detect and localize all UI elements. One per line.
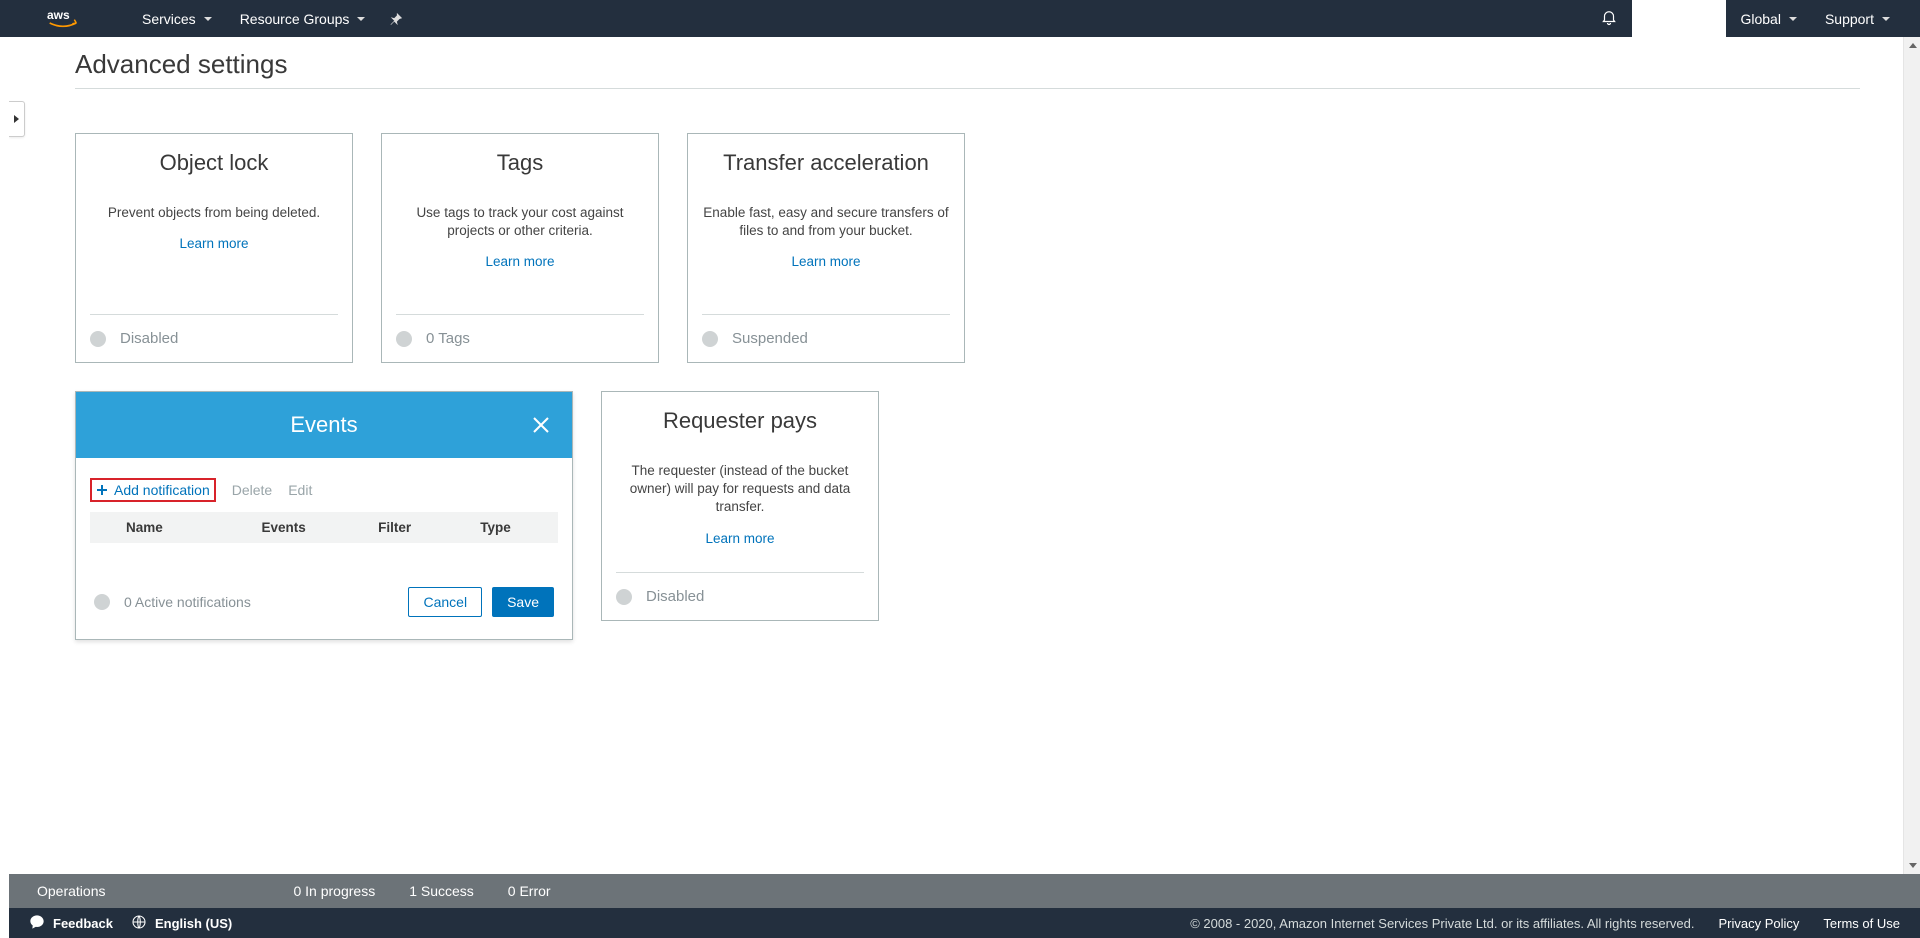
plus-icon [96,484,108,496]
ops-error: 0 Error [508,883,551,899]
copyright-text: © 2008 - 2020, Amazon Internet Services … [1190,916,1694,931]
nav-support[interactable]: Support [1811,0,1904,37]
status-dot-icon [90,331,106,347]
globe-icon [131,914,147,933]
close-icon [531,415,551,435]
main-area: Advanced settings Object lock Prevent ob… [9,37,1920,874]
nav-pin[interactable] [379,0,413,37]
nav-resource-groups-label: Resource Groups [240,11,350,27]
feedback-link[interactable]: Feedback [29,914,113,933]
nav-notifications[interactable] [1586,0,1632,37]
status-text: 0 Tags [426,330,470,347]
status-dot-icon [94,594,110,610]
ops-in-progress: 0 In progress [293,883,375,899]
status-text: Disabled [646,588,704,605]
events-status-text: 0 Active notifications [124,594,251,610]
chevron-right-icon [14,115,19,123]
card-title: Object lock [90,150,338,176]
status-text: Suspended [732,330,808,347]
card-tags[interactable]: Tags Use tags to track your cost against… [381,133,659,363]
learn-more-link[interactable]: Learn more [90,236,338,251]
card-desc: Prevent objects from being deleted. [90,204,338,222]
col-type: Type [445,520,546,535]
terms-link[interactable]: Terms of Use [1823,916,1900,931]
caret-down-icon [204,17,212,21]
status-dot-icon [616,589,632,605]
svg-text:aws: aws [47,8,70,22]
card-desc: Use tags to track your cost against proj… [396,204,644,240]
feedback-label: Feedback [53,916,113,931]
scroll-down-button[interactable] [1904,857,1920,874]
scroll-up-button[interactable] [1904,37,1920,54]
bell-icon [1600,8,1618,29]
caret-down-icon [357,17,365,21]
learn-more-link[interactable]: Learn more [702,254,950,269]
nav-region-label: Global [1740,11,1780,27]
operations-bar[interactable]: Operations 0 In progress 1 Success 0 Err… [9,874,1920,908]
events-title: Events [290,412,357,438]
caret-down-icon [1789,17,1797,21]
events-close-button[interactable] [530,414,552,436]
aws-logo[interactable]: aws [46,7,88,31]
pin-icon [389,12,403,26]
nav-region[interactable]: Global [1726,0,1810,37]
language-label: English (US) [155,916,232,931]
page-title: Advanced settings [75,37,1860,89]
ops-label: Operations [37,883,105,899]
card-title: Transfer acceleration [702,150,950,176]
caret-down-icon [1882,17,1890,21]
status-dot-icon [702,331,718,347]
nav-account-slot [1632,0,1726,37]
card-desc: The requester (instead of the bucket own… [616,462,864,517]
card-desc: Enable fast, easy and secure transfers o… [702,204,950,240]
card-requester-pays[interactable]: Requester pays The requester (instead of… [601,391,879,621]
nav-services[interactable]: Services [128,0,226,37]
card-title: Requester pays [616,408,864,434]
privacy-link[interactable]: Privacy Policy [1719,916,1800,931]
learn-more-link[interactable]: Learn more [396,254,644,269]
card-events: Events [75,391,573,640]
footer: Feedback English (US) © 2008 - 2020, Ama… [9,908,1920,938]
top-nav: aws Services Resource Groups Glo [0,0,1920,37]
card-title: Tags [396,150,644,176]
nav-support-label: Support [1825,11,1874,27]
card-object-lock[interactable]: Object lock Prevent objects from being d… [75,133,353,363]
side-panel-toggle[interactable] [9,101,25,137]
cancel-button[interactable]: Cancel [408,587,482,617]
learn-more-link[interactable]: Learn more [616,531,864,546]
events-table-header: Name Events Filter Type [90,512,558,543]
scrollbar[interactable] [1903,37,1920,874]
chevron-down-icon [1909,863,1917,868]
nav-resource-groups[interactable]: Resource Groups [226,0,380,37]
edit-button: Edit [288,482,312,498]
chevron-up-icon [1909,43,1917,48]
chat-icon [29,914,45,933]
ops-success: 1 Success [409,883,474,899]
nav-services-label: Services [142,11,196,27]
events-header: Events [76,392,572,458]
col-name: Name [102,520,223,535]
col-events: Events [223,520,344,535]
status-dot-icon [396,331,412,347]
card-transfer-acceleration[interactable]: Transfer acceleration Enable fast, easy … [687,133,965,363]
language-selector[interactable]: English (US) [131,914,232,933]
add-notification-button[interactable]: Add notification [90,478,216,502]
status-text: Disabled [120,330,178,347]
delete-button: Delete [232,482,272,498]
save-button[interactable]: Save [492,587,554,617]
add-notification-label: Add notification [114,482,210,498]
col-filter: Filter [344,520,445,535]
